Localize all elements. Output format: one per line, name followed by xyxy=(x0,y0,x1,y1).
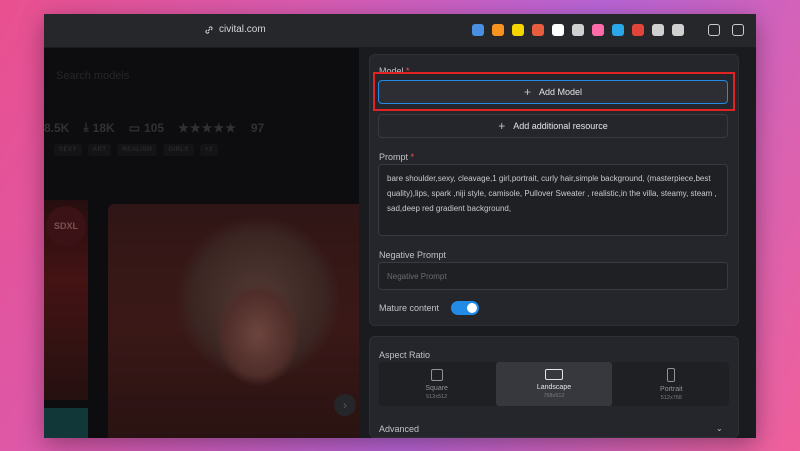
pinwheel-extension-icon[interactable] xyxy=(532,24,544,36)
sidebar-toggle-icon[interactable] xyxy=(708,24,720,36)
tab-overview-icon[interactable] xyxy=(732,24,744,36)
model-page-background: Search models 8.5K ⤓ 18K ▭ 105 ★★★★★ 97 … xyxy=(44,48,359,438)
s-extension-icon[interactable] xyxy=(612,24,624,36)
aspect-name: Square xyxy=(425,384,448,392)
mature-content-label: Mature content xyxy=(379,303,440,313)
aspect-name: Landscape xyxy=(536,384,572,391)
aspect-dims: 512x768 xyxy=(660,394,682,401)
url-text: civital.com xyxy=(219,24,266,35)
aspect-option-portrait[interactable]: Portrait 512x768 xyxy=(614,362,729,406)
toggle-knob xyxy=(467,303,477,313)
negative-prompt-label: Negative Prompt xyxy=(379,250,447,260)
aspect-ratio-selector: Square 512x512 Landscape 768x512 Portrai… xyxy=(379,362,729,406)
aspect-option-landscape[interactable]: Landscape 768x512 xyxy=(496,362,612,406)
landscape-icon xyxy=(544,369,563,380)
prompt-label-text: Prompt xyxy=(379,152,409,162)
red-card-extension-icon[interactable] xyxy=(632,24,644,36)
half-square-extension-icon[interactable] xyxy=(572,24,584,36)
chevron-down-icon[interactable]: ⌄ xyxy=(716,424,723,433)
grid-menu-icon[interactable] xyxy=(652,24,664,36)
aspect-ratio-label: Aspect Ratio xyxy=(379,350,431,360)
orange-circle-extension-icon[interactable] xyxy=(492,24,504,36)
square-icon xyxy=(430,368,443,381)
browser-titlebar: civital.com xyxy=(44,14,756,48)
aspect-dims: 512x512 xyxy=(426,393,448,400)
prompt-label: Prompt * xyxy=(379,152,414,162)
music-extension-icon[interactable] xyxy=(592,24,604,36)
address-bar[interactable]: civital.com xyxy=(204,24,266,35)
required-mark: * xyxy=(410,152,415,162)
r-extension-icon[interactable] xyxy=(512,24,524,36)
portrait-icon xyxy=(667,367,676,382)
negative-prompt-input[interactable]: Negative Prompt xyxy=(378,262,728,290)
annotation-highlight-box xyxy=(373,72,735,111)
palette-extension-icon[interactable] xyxy=(472,24,484,36)
notion-extension-icon[interactable] xyxy=(552,24,564,36)
add-resource-label: Add additional resource xyxy=(513,121,608,131)
aspect-dims: 768x512 xyxy=(543,393,565,399)
aspect-name: Portrait xyxy=(660,385,683,393)
prompt-textarea[interactable]: bare shoulder,sexy, cleavage,1 girl,port… xyxy=(378,164,728,236)
advanced-toggle[interactable]: Advanced xyxy=(379,424,419,434)
plus-icon: + xyxy=(498,119,506,133)
overlay xyxy=(44,48,359,438)
aspect-option-square[interactable]: Square 512x512 xyxy=(379,362,494,406)
link-icon xyxy=(205,25,213,34)
chat-extension-icon[interactable] xyxy=(672,24,684,36)
add-resource-button[interactable]: + Add additional resource xyxy=(378,114,728,138)
extension-toolbar xyxy=(472,24,684,36)
mature-content-toggle[interactable] xyxy=(451,301,479,315)
